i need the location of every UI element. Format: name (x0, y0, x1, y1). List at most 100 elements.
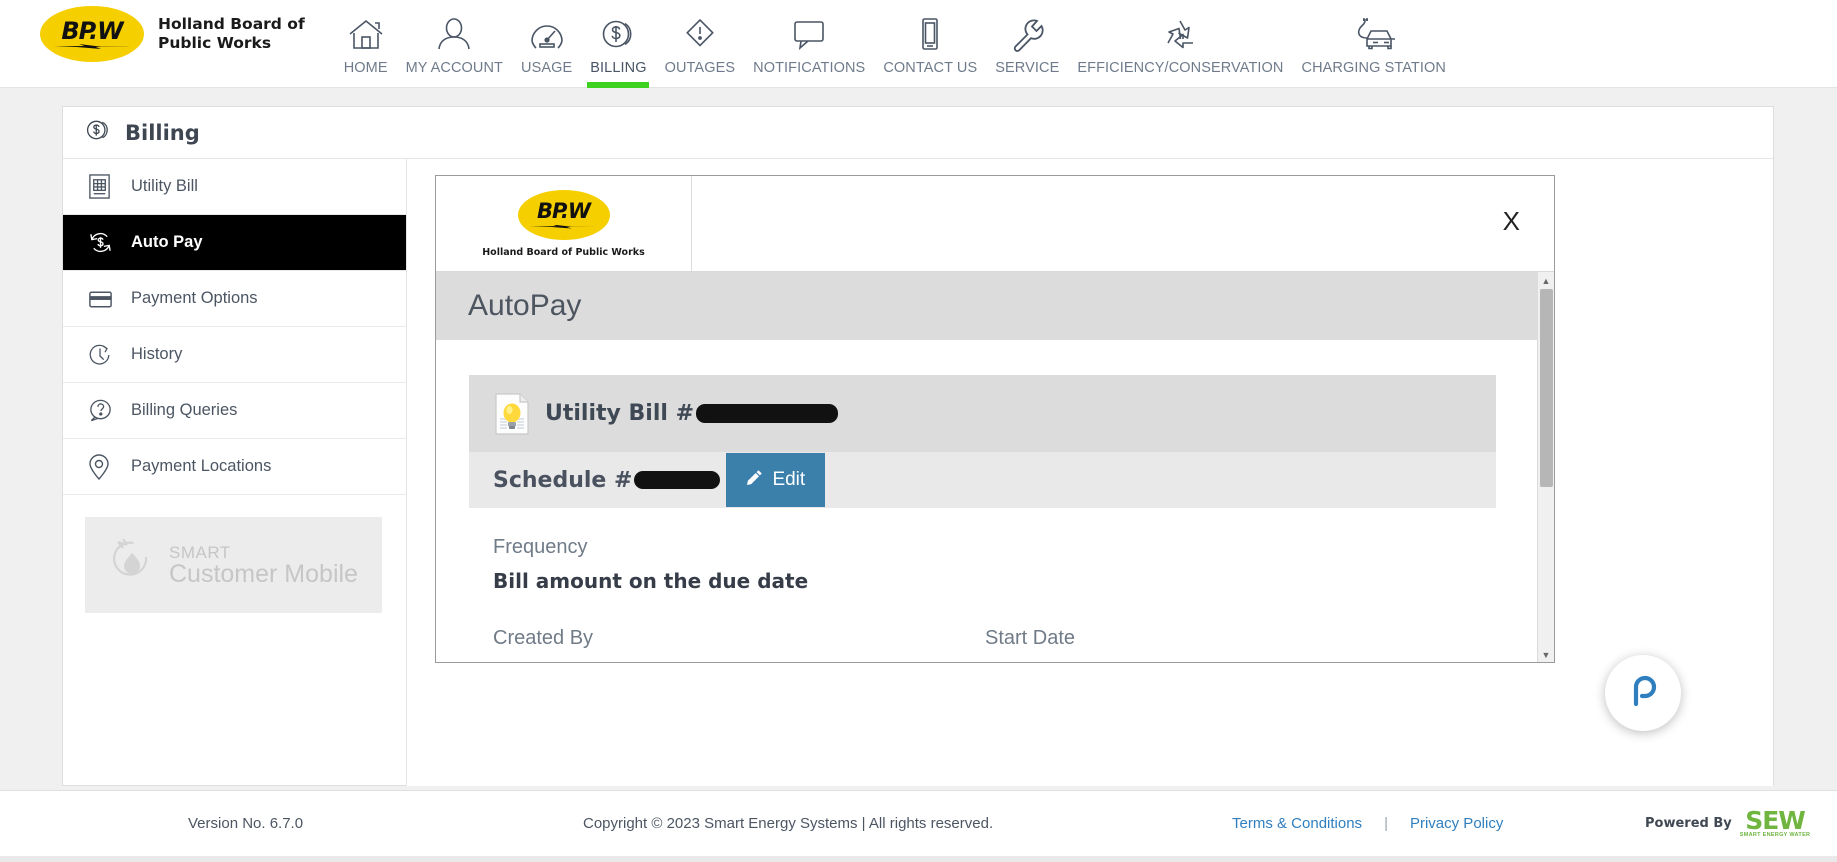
gauge-icon (527, 14, 567, 54)
powered-by-block: Powered By SEW SMART ENERGY WATER (1645, 808, 1810, 839)
frequency-field: Frequency Bill amount on the due date (493, 536, 1496, 593)
nav-label-my-account: MY ACCOUNT (405, 60, 504, 76)
nav-label-billing: BILLING (590, 60, 647, 76)
sew-logo-main: SEW (1745, 806, 1806, 836)
schedule-row: Schedule # Edit (469, 452, 1496, 508)
chat-assistant-icon (1623, 671, 1663, 716)
sidebar-item-history[interactable]: History (63, 327, 406, 383)
nav-item-charging-station[interactable]: CHARGING STATION (1293, 0, 1455, 88)
created-by-value: Y (493, 660, 985, 662)
page-background: Billing Utility Bill Auto Pay Payment Op… (0, 88, 1837, 790)
billing-card-body: Utility Bill Auto Pay Payment Options Hi… (63, 159, 1773, 786)
brand-logo-block[interactable]: BP.W Holland Board of Public Works (0, 0, 305, 62)
scroll-down-arrow-icon[interactable]: ▼ (1538, 646, 1554, 662)
nav-item-home[interactable]: HOME (335, 0, 397, 88)
sidebar-label-payment-options: Payment Options (131, 289, 258, 307)
scrollbar-thumb[interactable] (1540, 289, 1553, 487)
frequency-value: Bill amount on the due date (493, 569, 809, 593)
nav-item-service[interactable]: SERVICE (986, 0, 1068, 88)
nav-item-contact-us[interactable]: CONTACT US (874, 0, 986, 88)
close-icon[interactable]: X (1503, 206, 1520, 237)
smart-customer-mobile-promo[interactable]: SMART Customer Mobile (85, 517, 382, 613)
autopay-modal-header: BP.W Holland Board of Public Works X (436, 176, 1554, 272)
mobile-phone-icon (910, 14, 950, 54)
edit-schedule-button[interactable]: Edit (726, 453, 826, 507)
modal-header-space: X (692, 176, 1554, 271)
sidebar-item-auto-pay[interactable]: Auto Pay (63, 215, 406, 271)
speech-bubble-icon (789, 14, 829, 54)
dollar-coin-icon (598, 14, 638, 54)
autopay-refresh-dollar-icon (87, 229, 125, 256)
utility-bill-label-wrap: Utility Bill # (545, 401, 839, 426)
utility-bill-label: Utility Bill # (545, 401, 695, 426)
nav-item-notifications[interactable]: NOTIFICATIONS (744, 0, 874, 88)
pencil-icon (746, 469, 763, 492)
autopay-modal: BP.W Holland Board of Public Works X Aut… (435, 175, 1555, 663)
autopay-modal-scroll-area: AutoPay Utility Bill # Schedule # Edit F… (436, 272, 1554, 662)
recycle-icon (1160, 14, 1200, 54)
billing-card-header: Billing (63, 107, 1773, 159)
autopay-details-row2: Created By Y Start Date Jul 25, 2023 (493, 627, 1496, 662)
clock-history-icon (87, 342, 125, 368)
nav-item-efficiency-conservation[interactable]: EFFICIENCY/CONSERVATION (1068, 0, 1292, 88)
sidebar-label-billing-queries: Billing Queries (131, 401, 238, 419)
nav-item-usage[interactable]: USAGE (512, 0, 581, 88)
autopay-title: AutoPay (468, 289, 582, 322)
sidebar-label-utility-bill: Utility Bill (131, 177, 198, 195)
sidebar-label-auto-pay: Auto Pay (131, 233, 203, 251)
nav-label-charging-station: CHARGING STATION (1301, 60, 1446, 76)
nav-item-outages[interactable]: OUTAGES (656, 0, 745, 88)
warning-diamond-icon (680, 14, 720, 54)
chat-assistant-button[interactable] (1605, 655, 1681, 731)
schedule-label-wrap: Schedule # (493, 468, 721, 493)
sidebar-label-payment-locations: Payment Locations (131, 457, 272, 475)
start-date-label: Start Date (985, 627, 1076, 649)
created-by-label: Created By (493, 627, 594, 649)
billing-sidebar: Utility Bill Auto Pay Payment Options Hi… (63, 159, 407, 786)
lightning-bolt-icon (529, 224, 598, 229)
powered-by-label: Powered By (1645, 816, 1732, 831)
sidebar-item-payment-options[interactable]: Payment Options (63, 271, 406, 327)
sidebar-item-billing-queries[interactable]: Billing Queries (63, 383, 406, 439)
start-date-field: Start Date Jul 25, 2023 (985, 627, 1477, 662)
credit-card-icon (87, 288, 125, 310)
footer-bottom-strip (0, 856, 1837, 862)
billing-content-area: BP.W Holland Board of Public Works X Aut… (407, 159, 1773, 786)
modal-logo-caption: Holland Board of Public Works (482, 246, 645, 258)
privacy-policy-link[interactable]: Privacy Policy (1410, 815, 1503, 832)
terms-and-conditions-link[interactable]: Terms & Conditions (1232, 815, 1362, 832)
sew-logo-sub: SMART ENERGY WATER (1739, 832, 1811, 839)
utility-bill-number-redacted (696, 404, 839, 423)
nav-label-contact-us: CONTACT US (883, 60, 978, 76)
autopay-title-bar: AutoPay (436, 272, 1554, 340)
sew-logo: SEW SMART ENERGY WATER (1740, 808, 1811, 839)
nav-item-billing[interactable]: BILLING (581, 0, 655, 93)
footer-link-separator: | (1384, 815, 1388, 832)
footer-version: Version No. 6.7.0 (188, 815, 304, 832)
modal-scrollbar[interactable]: ▲ ▼ (1537, 272, 1554, 662)
bpw-logo-icon: BP.W (517, 189, 610, 240)
nav-label-service: SERVICE (995, 60, 1060, 76)
promo-line2: Customer Mobile (169, 559, 358, 588)
sidebar-item-utility-bill[interactable]: Utility Bill (63, 159, 406, 215)
brand-name: Holland Board of Public Works (158, 15, 305, 54)
promo-text: SMART Customer Mobile (169, 544, 358, 587)
nav-item-my-account[interactable]: MY ACCOUNT (397, 0, 512, 88)
sidebar-item-payment-locations[interactable]: Payment Locations (63, 439, 406, 495)
sidebar-label-history: History (131, 345, 183, 363)
bill-document-icon (87, 173, 125, 200)
wrench-icon (1007, 14, 1047, 54)
scroll-up-arrow-icon[interactable]: ▲ (1538, 272, 1554, 289)
nav-label-home: HOME (343, 60, 388, 76)
page-title: Billing (125, 120, 200, 145)
map-pin-icon (87, 453, 125, 481)
question-bubble-icon (87, 397, 125, 424)
nav-label-notifications: NOTIFICATIONS (753, 60, 866, 76)
dollar-coin-icon (85, 117, 111, 148)
start-date-value: Jul 25, 2023 (985, 660, 1477, 662)
autopay-details: Frequency Bill amount on the due date Cr… (469, 508, 1496, 662)
brand-name-line2: Public Works (158, 34, 272, 52)
smart-flame-plug-icon (99, 535, 165, 595)
bpw-logo-text: BP.W (61, 17, 123, 45)
nav-label-efficiency-conservation: EFFICIENCY/CONSERVATION (1077, 60, 1284, 76)
